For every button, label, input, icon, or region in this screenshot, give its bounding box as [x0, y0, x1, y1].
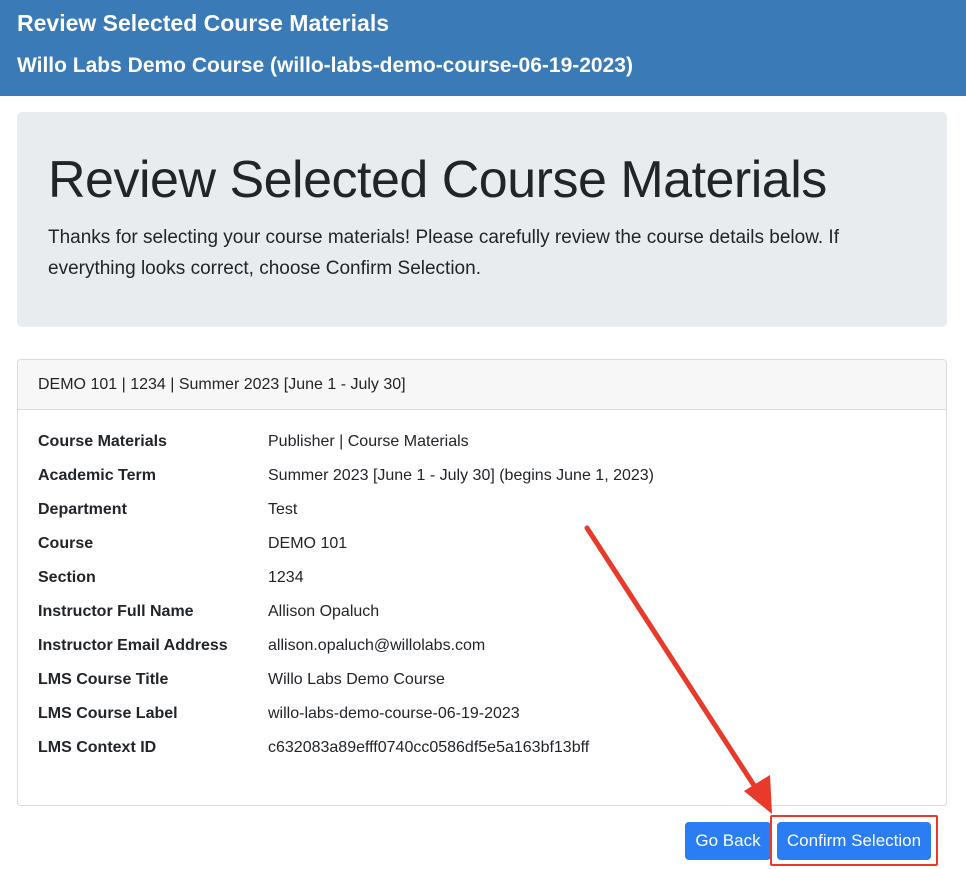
detail-value: Test [268, 501, 298, 518]
detail-value: DEMO 101 [268, 535, 348, 552]
header-course-subtitle: Willo Labs Demo Course (willo-labs-demo-… [17, 54, 633, 77]
detail-value: allison.opaluch@willolabs.com [268, 637, 486, 654]
detail-label: Course Materials [38, 433, 167, 450]
detail-label: Instructor Full Name [38, 603, 194, 620]
detail-value: Allison Opaluch [268, 603, 380, 620]
intro-panel: Review Selected Course Materials Thanks … [17, 112, 947, 327]
course-details-card: DEMO 101 | 1234 | Summer 2023 [June 1 - … [17, 359, 947, 806]
detail-value: Willo Labs Demo Course [268, 671, 445, 688]
confirm-selection-button[interactable]: Confirm Selection [777, 822, 931, 860]
detail-label: Course [38, 535, 94, 552]
go-back-button[interactable]: Go Back [685, 822, 771, 860]
detail-row-lms-course-label: LMS Course Label willo-labs-demo-course-… [18, 697, 946, 731]
course-details-header: DEMO 101 | 1234 | Summer 2023 [June 1 - … [18, 360, 946, 410]
detail-row-instructor-email: Instructor Email Address allison.opaluch… [18, 629, 946, 663]
detail-value: Publisher | Course Materials [268, 433, 469, 450]
detail-value: willo-labs-demo-course-06-19-2023 [268, 705, 520, 722]
detail-label: LMS Course Label [38, 705, 178, 722]
page-title: Review Selected Course Materials [48, 151, 827, 209]
course-details-list: Course Materials Publisher | Course Mate… [18, 425, 946, 765]
detail-row-lms-context-id: LMS Context ID c632083a89efff0740cc0586d… [18, 731, 946, 765]
intro-message: Thanks for selecting your course materia… [48, 227, 839, 279]
detail-row-course-materials: Course Materials Publisher | Course Mate… [18, 425, 946, 459]
detail-row-academic-term: Academic Term Summer 2023 [June 1 - July… [18, 459, 946, 493]
detail-value: c632083a89efff0740cc0586df5e5a163bf13bff [268, 739, 590, 756]
detail-row-lms-course-title: LMS Course Title Willo Labs Demo Course [18, 663, 946, 697]
detail-label: Instructor Email Address [38, 637, 228, 654]
detail-row-course: Course DEMO 101 [18, 527, 946, 561]
detail-row-section: Section 1234 [18, 561, 946, 595]
page-header-bar: Review Selected Course Materials Willo L… [0, 0, 966, 96]
detail-row-instructor-name: Instructor Full Name Allison Opaluch [18, 595, 946, 629]
detail-label: LMS Context ID [38, 739, 157, 756]
detail-row-department: Department Test [18, 493, 946, 527]
detail-label: Academic Term [38, 467, 156, 484]
header-title: Review Selected Course Materials [17, 10, 389, 36]
detail-label: LMS Course Title [38, 671, 169, 688]
detail-label: Section [38, 569, 96, 586]
detail-label: Department [38, 501, 127, 518]
detail-value: Summer 2023 [June 1 - July 30] (begins J… [268, 467, 654, 484]
detail-value: 1234 [268, 569, 304, 586]
